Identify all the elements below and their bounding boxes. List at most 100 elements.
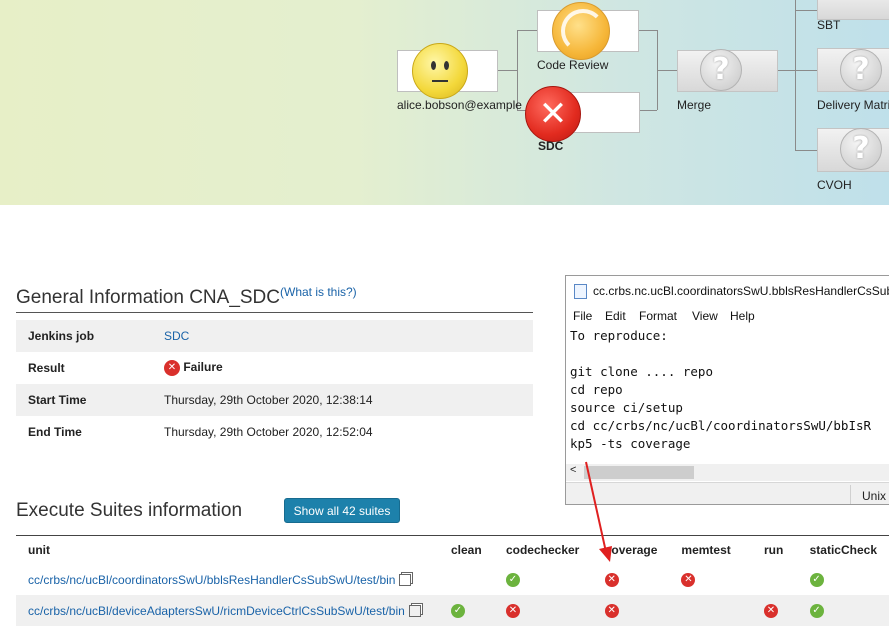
menu-edit[interactable]: Edit: [605, 309, 626, 323]
copy-icon[interactable]: [399, 574, 412, 587]
suite-row: cc/crbs/nc/ucBl/coordinatorsSwU/bblsResH…: [16, 564, 889, 595]
status-cell-run: [752, 564, 798, 595]
pipeline-label-merge: Merge: [677, 98, 712, 112]
status-cell-clean: [439, 564, 494, 595]
pipeline-label-delivery: Delivery Matri: [817, 98, 889, 112]
info-value: SDC: [152, 320, 533, 352]
success-icon[interactable]: ✓: [809, 603, 824, 618]
failure-icon: ✕: [164, 360, 180, 376]
connector-line: [795, 0, 796, 150]
info-value: Thursday, 29th October 2020, 12:52:04: [164, 425, 373, 439]
menu-format[interactable]: Format: [639, 309, 677, 323]
failure-icon[interactable]: ✕: [681, 572, 696, 587]
column-header[interactable]: memtest: [669, 535, 752, 564]
column-header[interactable]: coverage: [592, 535, 670, 564]
pipeline-label-cvoh: CVOH: [817, 178, 852, 192]
column-header[interactable]: clean: [439, 535, 494, 564]
suites-table: unit clean codechecker coverage memtest …: [16, 535, 889, 626]
notepad-line: cd cc/crbs/nc/ucBl/coordinatorsSwU/bbIsR: [570, 418, 872, 433]
status-cell-coverage: ✕: [592, 595, 670, 626]
pipeline-label-sdc: SDC: [538, 139, 564, 153]
notepad-line: kp5 -ts coverage: [570, 436, 691, 451]
menu-file[interactable]: File: [573, 309, 592, 323]
connector-line: [795, 70, 817, 71]
pipeline-banner: alice.bobson@example Code Review ✕ SDC ?…: [0, 0, 889, 205]
suite-unit-cell: cc/crbs/nc/ucBl/coordinatorsSwU/bblsResH…: [16, 564, 439, 595]
success-icon[interactable]: ✓: [451, 603, 465, 618]
column-header[interactable]: run: [751, 535, 798, 564]
failure-icon[interactable]: ✕: [763, 603, 778, 618]
divider: [16, 312, 533, 313]
success-icon[interactable]: ✓: [505, 572, 520, 587]
connector-line: [795, 10, 817, 11]
result-text: Failure: [183, 360, 223, 375]
pipeline-node-sbt[interactable]: [817, 0, 889, 20]
info-key: End Time: [28, 425, 82, 439]
notepad-line: source ci/setup: [570, 400, 683, 415]
show-all-suites-button[interactable]: Show all 42 suites: [284, 498, 400, 523]
encoding-label: Unix: [862, 489, 887, 503]
status-cell-codechecker: ✓: [494, 564, 593, 595]
scrollbar-thumb[interactable]: [584, 466, 694, 479]
copy-icon[interactable]: [408, 605, 421, 618]
question-icon: ?: [840, 128, 882, 170]
connector-line: [657, 70, 677, 71]
connector-line: [777, 70, 795, 71]
question-icon: ?: [700, 49, 742, 91]
notepad-title: cc.crbs.nc.ucBl.coordinatorsSwU.bblsResH…: [574, 284, 889, 300]
info-value: ✕ Failure: [152, 352, 533, 384]
connector-line: [795, 150, 817, 151]
status-cell-clean: ✓: [439, 595, 494, 626]
pipeline-label-sbt: SBT: [817, 18, 841, 32]
status-cell-memtest: [669, 595, 752, 626]
notepad-text-area[interactable]: To reproduce: git clone .... repo cd repo…: [570, 327, 871, 453]
general-info-title: General Information CNA_SDC(What is this…: [16, 285, 357, 309]
suites-title: Execute Suites information: [16, 500, 243, 521]
column-header[interactable]: codechecker: [493, 535, 593, 564]
info-value: Thursday, 29th October 2020, 12:38:14: [152, 384, 533, 416]
notepad-line: cd repo: [570, 382, 623, 397]
info-key: Jenkins job: [16, 320, 152, 352]
failure-icon: ✕: [525, 86, 581, 142]
horizontal-scrollbar[interactable]: <: [566, 464, 889, 481]
notepad-menubar: File Edit Format View Help: [566, 308, 889, 326]
info-row: Start Time Thursday, 29th October 2020, …: [16, 384, 533, 416]
document-icon: [574, 284, 587, 300]
suite-unit-link[interactable]: cc/crbs/nc/ucBl/coordinatorsSwU/bblsResH…: [28, 573, 395, 587]
status-cell-codechecker: ✕: [493, 595, 593, 626]
failure-icon[interactable]: ✕: [505, 603, 520, 618]
success-icon[interactable]: ✓: [809, 572, 824, 587]
connector-line: [637, 110, 657, 111]
what-is-this-link[interactable]: (What is this?): [280, 285, 357, 299]
scroll-left-icon[interactable]: <: [570, 464, 576, 476]
jenkins-job-link[interactable]: SDC: [164, 329, 189, 343]
suite-unit-cell: cc/crbs/nc/ucBl/deviceAdaptersSwU/ricmDe…: [16, 595, 439, 626]
column-header[interactable]: staticCheck: [797, 535, 889, 564]
status-separator: [850, 485, 851, 504]
pipeline-label-code-review: Code Review: [537, 58, 609, 72]
menu-help[interactable]: Help: [730, 309, 755, 323]
info-row: Result ✕ Failure: [16, 352, 533, 384]
failure-icon[interactable]: ✕: [604, 572, 619, 587]
notepad-statusbar: Unix: [566, 482, 889, 504]
suites-header-row: unit clean codechecker coverage memtest …: [16, 535, 889, 564]
notepad-line: [570, 345, 871, 363]
connector-line: [637, 30, 657, 31]
suite-unit-link[interactable]: cc/crbs/nc/ucBl/deviceAdaptersSwU/ricmDe…: [28, 604, 405, 618]
refresh-icon: [552, 2, 610, 60]
smiley-icon: [412, 43, 468, 99]
general-info-table: Jenkins job SDC Result ✕ Failure Start T…: [16, 320, 533, 448]
failure-icon[interactable]: ✕: [604, 603, 619, 618]
status-cell-memtest: ✕: [669, 564, 752, 595]
status-cell-staticCheck: ✓: [798, 564, 889, 595]
connector-line: [497, 70, 517, 71]
general-info-heading: General Information CNA_SDC: [16, 287, 280, 308]
info-key: Start Time: [16, 384, 152, 416]
status-cell-staticCheck: ✓: [797, 595, 889, 626]
status-cell-coverage: ✕: [593, 564, 670, 595]
menu-view[interactable]: View: [692, 309, 718, 323]
info-key: Result: [28, 361, 65, 375]
column-header[interactable]: unit: [16, 535, 439, 564]
pipeline-label-user: alice.bobson@example: [397, 98, 522, 112]
suite-row: cc/crbs/nc/ucBl/deviceAdaptersSwU/ricmDe…: [16, 595, 889, 626]
